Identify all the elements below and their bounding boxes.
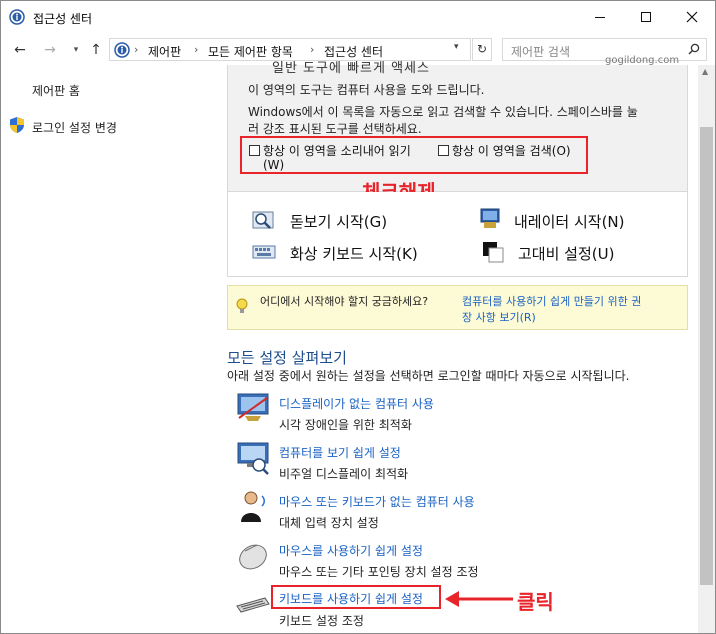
item-keyboard-settings-link[interactable]: 키보드를 사용하기 쉽게 설정 [279,590,423,607]
recent-locations-button[interactable]: ▾ [67,41,85,59]
vertical-scrollbar[interactable]: ▲ [698,65,715,633]
annotation-arrow-icon [445,591,513,607]
scan-area-checkbox[interactable] [438,145,449,156]
item-mouse-settings-desc: 마우스 또는 기타 포인팅 장치 설정 조정 [279,565,479,579]
panel-text-line: 러 강조 표시된 도구를 선택하세요. [248,122,422,136]
speech-user-icon [241,491,265,522]
item-mouse-settings-link[interactable]: 마우스를 사용하기 쉽게 설정 [279,542,423,559]
item-no-display-link[interactable]: 디스플레이가 없는 컴퓨터 사용 [279,395,434,412]
maximize-button[interactable] [623,1,669,33]
mouse-icon [239,544,267,570]
scan-area-label[interactable]: 항상 이 영역을 검색(O) [452,142,571,159]
scroll-thumb[interactable] [700,127,713,585]
panel-text-line: Windows에서 이 목록을 자동으로 읽고 검색할 수 있습니다. 스페이스… [248,105,638,119]
onscreen-keyboard-icon [252,245,276,259]
search-icon [688,43,700,55]
main-content: 일반 도구에 빠르게 액세스 이 영역의 도구는 컴퓨터 사용을 도와 드립니다… [227,61,699,633]
item-no-mouse-keyboard-desc: 대체 입력 장치 설정 [279,516,379,530]
annotation-click: 클릭 [517,590,554,614]
minimize-button[interactable] [577,1,623,33]
title-bar: 접근성 센터 [1,1,715,33]
back-button[interactable]: ← [11,41,29,59]
read-aloud-checkbox[interactable] [249,145,260,156]
control-panel-window: 접근성 센터 ← → ▾ ↑ › 제어판 › 모든 제어판 항목 › 접근성 센… [0,0,716,634]
ease-of-access-icon [9,9,25,25]
breadcrumb-control-panel[interactable]: 제어판 [148,43,181,60]
search-placeholder: 제어판 검색 [511,45,571,59]
panel-heading: 일반 도구에 빠르게 액세스 [272,61,430,76]
up-button[interactable]: ↑ [87,41,105,59]
breadcrumb-separator-icon: › [134,43,139,56]
tools-panel: 돋보기 시작(G) 내레이터 시작(N) 화상 키보드 시작(K) 고대비 설정… [227,192,688,277]
item-no-mouse-keyboard-link[interactable]: 마우스 또는 키보드가 없는 컴퓨터 사용 [279,493,475,510]
no-display-icon [237,393,269,421]
refresh-button[interactable]: ↻ [472,38,492,61]
ease-of-access-icon [114,42,130,58]
chevron-down-icon[interactable]: ▾ [454,42,459,52]
recommendations-link-cont[interactable]: 장 사항 보기(R) [462,309,536,325]
display-icon [237,442,269,475]
breadcrumb-separator-icon: › [310,43,315,56]
tool-onscreen-keyboard[interactable]: 화상 키보드 시작(K) [290,243,418,264]
all-settings-description: 아래 설정 중에서 원하는 설정을 선택하면 로그인할 때마다 자동으로 시작됩… [227,369,630,383]
light-bulb-icon [236,298,248,313]
item-keyboard-settings-desc: 키보드 설정 조정 [279,614,364,628]
panel-text-line: 이 영역의 도구는 컴퓨터 사용을 도와 드립니다. [248,83,485,97]
tip-question: 어디에서 시작해야 할지 궁금하세요? [260,295,429,308]
all-settings-title: 모든 설정 살펴보기 [227,349,347,367]
tip-box: 어디에서 시작해야 할지 궁금하세요? 컴퓨터를 사용하기 쉽게 만들기 위한 … [227,285,688,330]
item-no-display-desc: 시각 장애인을 위한 최적화 [279,418,412,432]
close-icon [686,11,698,23]
sidebar-item-control-panel-home[interactable]: 제어판 홈 [32,82,80,99]
item-visual-display-desc: 비주얼 디스플레이 최적화 [279,467,409,481]
keyboard-icon [236,597,270,613]
tool-high-contrast[interactable]: 고대비 설정(U) [518,243,614,264]
magnifier-icon [252,211,274,229]
shield-icon [10,117,24,133]
window-title: 접근성 센터 [33,12,93,26]
high-contrast-icon [483,242,504,263]
sidebar-item-login-settings[interactable]: 로그인 설정 변경 [32,119,117,136]
narrator-icon [480,208,500,228]
tool-narrator[interactable]: 내레이터 시작(N) [514,211,625,232]
read-aloud-label-hotkey[interactable]: (W) [263,158,284,172]
read-aloud-label[interactable]: 항상 이 영역을 소리내어 읽기 [263,142,411,159]
quick-access-panel: 일반 도구에 빠르게 액세스 이 영역의 도구는 컴퓨터 사용을 도와 드립니다… [227,61,688,204]
recommendations-link[interactable]: 컴퓨터를 사용하기 쉽게 만들기 위한 권 [462,293,641,309]
scroll-up-icon[interactable]: ▲ [702,67,708,76]
forward-button[interactable]: → [41,41,59,59]
breadcrumb-separator-icon: › [194,43,199,56]
item-visual-display-link[interactable]: 컴퓨터를 보기 쉽게 설정 [279,444,401,461]
tool-magnifier[interactable]: 돋보기 시작(G) [290,211,387,232]
close-button[interactable] [669,1,715,33]
